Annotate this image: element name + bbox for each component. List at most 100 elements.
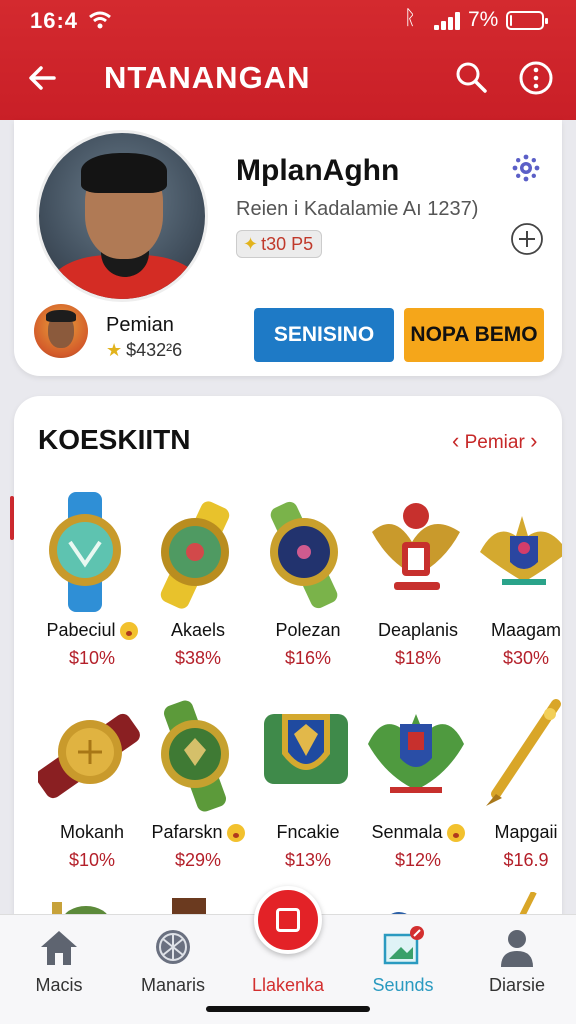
item-name: Polezan	[248, 620, 368, 641]
bluetooth-icon: ᚱ	[404, 7, 416, 29]
item-artwork	[480, 516, 562, 585]
tab-home[interactable]: Macis	[4, 921, 114, 1011]
item-name: Akaels	[138, 620, 258, 641]
mini-avatar[interactable]	[34, 304, 88, 358]
tab-scenes-label: Seunds	[372, 975, 434, 995]
item-name: Senmala	[358, 822, 478, 843]
see-all-link[interactable]: ‹ Pemiar ›	[452, 428, 537, 454]
star-icon: ★	[106, 340, 123, 360]
item-artwork	[372, 503, 460, 590]
item-name: Pabeciul	[32, 620, 152, 641]
profile-card: MplanAghn Reien i Kadalamie Aı 1237) ✦ t3…	[14, 120, 562, 376]
item-artwork	[49, 492, 121, 612]
collection-item[interactable]: Akaels $38%	[144, 492, 252, 692]
item-name: Mokanh	[32, 822, 152, 843]
item-name-text: Pabeciul	[46, 620, 116, 640]
nav-bar: NTANANGAN	[0, 48, 576, 108]
record-icon	[276, 908, 300, 932]
collection-item[interactable]: Deaplanis $18%	[364, 492, 472, 692]
player-avatar[interactable]	[36, 130, 208, 302]
tab-scenes[interactable]: Seunds	[348, 921, 458, 1011]
home-indicator	[206, 1006, 370, 1012]
tab-record-label: Llakenka	[251, 975, 325, 995]
item-artwork	[160, 501, 230, 609]
back-arrow-icon[interactable]	[24, 58, 64, 98]
ball-icon	[156, 930, 190, 964]
search-icon[interactable]	[454, 60, 488, 94]
item-name-text: Deaplanis	[377, 620, 459, 640]
item-artwork	[368, 714, 464, 793]
collection-item[interactable]: Polezan $16%	[254, 492, 362, 692]
player-name: MplanAghn	[236, 154, 400, 187]
tab-players[interactable]: Manaris	[118, 921, 228, 1011]
item-name-text: Polezan	[275, 620, 341, 640]
item-price: $38%	[174, 648, 222, 668]
item-name: Maagam	[466, 620, 562, 641]
home-icon	[41, 931, 77, 965]
chevron-right-icon: ›	[530, 428, 538, 453]
mini-player-value-text: $432²6	[126, 340, 183, 360]
item-artwork	[270, 501, 338, 609]
item-name-text: Mokanh	[59, 822, 125, 842]
avatar-hair	[81, 153, 167, 193]
item-name: Deaplanis	[358, 620, 478, 641]
collection-item[interactable]: Senmala $12%	[364, 694, 472, 894]
item-name-text: Pafarskn	[151, 822, 223, 842]
item-name: Mapgaii	[466, 822, 562, 843]
sparkle-icon: ✦	[243, 234, 259, 254]
item-name: Pafarskn	[138, 822, 258, 843]
collection-item[interactable]: Pafarskn $29%	[144, 694, 252, 894]
collection-item[interactable]: Mokanh $10%	[38, 694, 146, 894]
item-price: $18%	[394, 648, 442, 668]
item-price: $12%	[394, 850, 442, 870]
player-subtitle: Reien i Kadalamie Aı 1237)	[236, 198, 479, 220]
collection-item[interactable]: Maagam $30%	[472, 492, 562, 692]
page-title: NTANANGAN	[104, 60, 311, 95]
emoji-icon	[446, 824, 465, 843]
more-vertical-icon[interactable]	[518, 60, 554, 96]
status-time: 16:4	[30, 8, 79, 33]
wifi-icon	[89, 11, 111, 29]
image-edit-icon	[383, 926, 424, 965]
collection-item[interactable]: Fncakie $13%	[254, 694, 362, 894]
settings-gear-icon[interactable]	[510, 152, 542, 184]
points-badge-text: t30 P5	[261, 234, 314, 254]
status-bar: 16:4 ᚱ 7%	[0, 0, 576, 40]
item-name-text: Senmala	[371, 822, 443, 842]
primary-action-button[interactable]: SENISINO	[254, 308, 394, 362]
add-circle-icon[interactable]	[510, 222, 544, 256]
tab-players-label: Manaris	[140, 975, 206, 995]
item-price: $29%	[174, 850, 222, 870]
record-fab-button[interactable]	[254, 886, 322, 954]
item-price: $13%	[284, 850, 332, 870]
item-name-text: Maagam	[490, 620, 562, 640]
collection-item[interactable]: Pabeciul $10%	[38, 492, 146, 692]
item-price: $16.9	[503, 850, 549, 870]
item-price: $10%	[68, 850, 116, 870]
mini-avatar-hair	[46, 310, 76, 322]
emoji-icon	[226, 824, 245, 843]
collection-section: KOESKIITN ‹ Pemiar › Pabeciul $10% Akaels $…	[14, 396, 562, 956]
item-artwork	[38, 713, 140, 799]
item-price: $16%	[284, 648, 332, 668]
item-name-text: Mapgaii	[494, 822, 558, 842]
item-artwork	[264, 714, 348, 784]
item-price: $10%	[68, 648, 116, 668]
mini-player-value: ★ $432²6	[106, 340, 182, 361]
battery-percent: 7%	[468, 8, 499, 31]
item-name: Fncakie	[248, 822, 368, 843]
signal-icon	[434, 12, 462, 30]
item-artwork	[161, 700, 229, 812]
chevron-left-icon: ‹	[452, 428, 460, 453]
mini-player-label: Pemian	[106, 314, 174, 336]
collection-item[interactable]: Mapgaii $16.9	[472, 694, 562, 894]
secondary-action-button[interactable]: NOPA BEMO	[404, 308, 544, 362]
section-title: KOESKIITN	[38, 424, 191, 455]
battery-icon	[506, 11, 548, 30]
item-name-text: Akaels	[170, 620, 226, 640]
item-artwork	[486, 699, 561, 806]
emoji-icon	[119, 622, 138, 641]
person-icon	[501, 930, 533, 967]
tab-profile[interactable]: Diarsie	[462, 921, 572, 1011]
item-price: $30%	[502, 648, 550, 668]
